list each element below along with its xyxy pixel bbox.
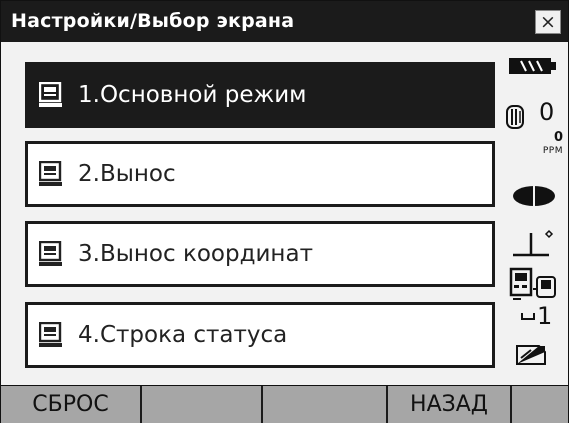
menu-item-label: 4.Строка статуса [78, 322, 288, 348]
menu-item-label: 2.Вынос [78, 161, 176, 187]
battery-icon[interactable] [509, 56, 557, 80]
screen-frame: Настройки/Выбор экрана × 1.Основной режи… [0, 0, 569, 423]
screen-config-icon [38, 320, 64, 350]
menu-item-stakeout[interactable]: 2.Вынос [25, 141, 495, 207]
menu-item-basic-mode[interactable]: 1.Основной режим [25, 62, 495, 128]
status-bar: 0 0 PPM 1 [499, 42, 568, 385]
prism-constant-value: 0 [539, 98, 555, 126]
softkey-reset[interactable]: СБРОС [1, 386, 142, 423]
memory-card-icon[interactable] [515, 344, 547, 370]
close-button[interactable]: × [535, 10, 561, 34]
menu-item-label: 1.Основной режим [78, 82, 307, 108]
prism-icon[interactable] [505, 104, 527, 134]
softkey-5[interactable] [512, 386, 568, 423]
input-mode-icon[interactable] [521, 306, 535, 325]
softkey-3[interactable] [263, 386, 388, 423]
screen-config-icon [38, 80, 64, 110]
menu-item-label: 3.Вынос координат [78, 241, 313, 267]
window-title: Настройки/Выбор экрана [11, 10, 295, 32]
tilt-icon[interactable] [513, 227, 559, 263]
menu-item-coordinate-stakeout[interactable]: 3.Вынос координат [25, 221, 495, 287]
softkey-bar: СБРОС НАЗАД [1, 385, 568, 423]
screen-config-icon [38, 159, 64, 189]
ppm-value: 0 [553, 130, 563, 145]
softkey-back[interactable]: НАЗАД [388, 386, 512, 423]
screen-config-icon [38, 239, 64, 269]
communication-icon[interactable] [509, 267, 559, 305]
input-mode-value: 1 [537, 302, 553, 330]
softkey-2[interactable] [142, 386, 263, 423]
menu-list: 1.Основной режим 2.Вынос 3.Вынос координ… [1, 42, 568, 385]
target-icon[interactable] [511, 185, 557, 211]
menu-item-status-bar[interactable]: 4.Строка статуса [25, 302, 495, 368]
title-bar: Настройки/Выбор экрана × [1, 1, 568, 42]
ppm-label: PPM [542, 146, 563, 156]
